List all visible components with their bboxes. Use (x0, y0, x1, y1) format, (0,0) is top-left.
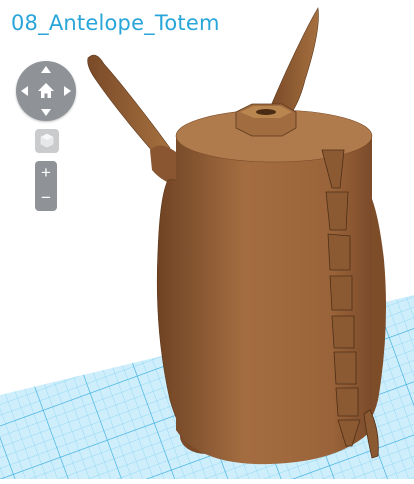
orbit-down-arrow-icon[interactable] (41, 109, 51, 116)
zoom-control: + − (35, 161, 57, 211)
view-cube-icon (40, 133, 54, 148)
orbit-up-arrow-icon[interactable] (41, 66, 51, 73)
view-cube-button[interactable] (35, 129, 59, 153)
orbit-control[interactable] (16, 61, 76, 121)
orbit-left-arrow-icon[interactable] (21, 86, 28, 96)
zoom-in-button[interactable]: + (35, 162, 57, 184)
project-title: 08_Antelope_Totem (11, 11, 220, 35)
3d-viewport[interactable]: 08_Antelope_Totem + − (0, 0, 414, 479)
home-icon[interactable] (35, 80, 57, 102)
zoom-out-button[interactable]: − (35, 187, 57, 209)
orbit-right-arrow-icon[interactable] (64, 86, 71, 96)
